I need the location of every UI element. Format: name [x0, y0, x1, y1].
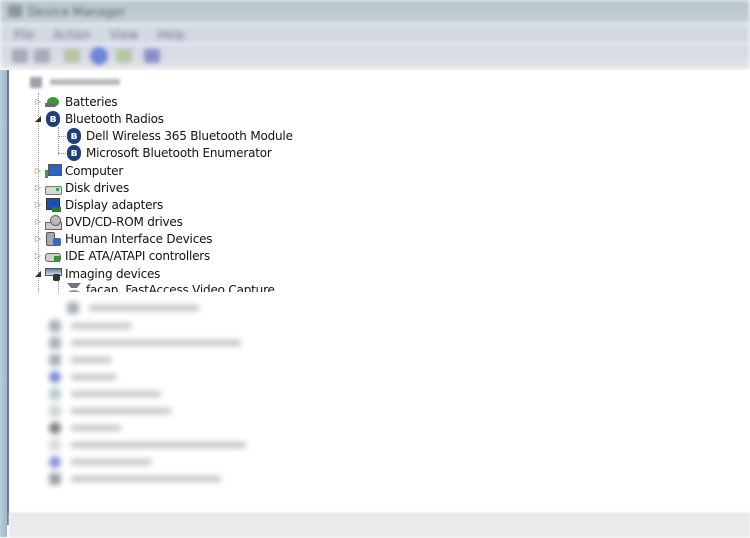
show-hide-console-tree-button[interactable] [64, 49, 80, 63]
tree-item-label: Disk drives [65, 180, 130, 195]
scan-hardware-button[interactable] [144, 49, 160, 63]
tree-item-bluetooth-radios[interactable]: ◢ ʙ Bluetooth Radios [33, 110, 164, 127]
menu-file[interactable]: File [14, 28, 34, 42]
expand-arrow-icon[interactable]: ▷ [33, 234, 43, 243]
expand-arrow-icon[interactable]: ▷ [33, 97, 43, 106]
menu-help[interactable]: Help [157, 28, 184, 42]
tree-item-dell-wireless-365-bluetooth-module[interactable]: ʙ Dell Wireless 365 Bluetooth Module [66, 127, 293, 144]
tree-item-label: Human Interface Devices [65, 231, 213, 246]
tree-item-human-interface-devices[interactable]: ▷ Human Interface Devices [33, 230, 213, 247]
expand-arrow-icon[interactable]: ▷ [33, 251, 43, 260]
blurred-tree-region [9, 292, 750, 513]
tree-item-label: Computer [65, 163, 124, 178]
webcam-icon [66, 282, 82, 292]
tree-item-label: facap, FastAccess Video Capture [86, 283, 275, 292]
dvd-drive-icon [45, 214, 62, 230]
expand-arrow-icon[interactable]: ▷ [33, 217, 43, 226]
menu-view[interactable]: View [110, 28, 138, 42]
expand-arrow-icon[interactable]: ▷ [33, 200, 43, 209]
tree-item-microsoft-bluetooth-enumerator[interactable]: ʙ Microsoft Bluetooth Enumerator [66, 144, 272, 161]
menu-bar: File Action View Help [0, 24, 750, 44]
expand-arrow-icon[interactable]: ▷ [33, 183, 43, 192]
computer-icon [45, 163, 62, 179]
tree-item-display-adapters[interactable]: ▷ Display adapters [33, 196, 163, 213]
toolbar [0, 44, 750, 70]
tree-item-label: Microsoft Bluetooth Enumerator [86, 145, 272, 160]
tree-root-label [50, 79, 120, 85]
title-bar: Device Manager [0, 0, 750, 24]
tree-item-label: Batteries [65, 94, 118, 109]
tree-item-computer[interactable]: ▷ Computer [33, 162, 123, 179]
battery-icon [45, 94, 61, 110]
tree-item-label: DVD/CD-ROM drives [65, 214, 183, 229]
collapse-arrow-icon[interactable]: ◢ [33, 114, 43, 123]
status-bar [9, 513, 750, 538]
device-manager-icon [8, 5, 22, 17]
tree-item-label: Display adapters [65, 197, 164, 212]
bluetooth-icon: ʙ [45, 110, 61, 127]
tree-root-computer[interactable] [30, 76, 130, 90]
tree-item-label: Imaging devices [65, 266, 161, 281]
tree-connector [58, 136, 66, 137]
forward-button[interactable] [34, 49, 50, 63]
help-button[interactable] [90, 47, 108, 65]
display-adapter-icon [45, 197, 61, 213]
computer-root-icon [30, 77, 42, 88]
disk-drive-icon [45, 180, 62, 196]
tree-connector [58, 127, 59, 155]
collapse-arrow-icon[interactable]: ◢ [33, 269, 43, 278]
bluetooth-icon: ʙ [66, 144, 82, 161]
bluetooth-icon: ʙ [66, 127, 82, 144]
tree-item-imaging-devices[interactable]: ◢ Imaging devices [33, 265, 160, 282]
tree-item-disk-drives[interactable]: ▷ Disk drives [33, 179, 129, 196]
tree-item-batteries[interactable]: ▷ Batteries [33, 93, 118, 110]
expand-arrow-icon[interactable]: ▷ [33, 166, 43, 175]
window-frame-left [0, 70, 7, 537]
ide-controller-icon [45, 248, 61, 264]
tree-item-label: Bluetooth Radios [65, 111, 164, 126]
tree-connector [58, 153, 66, 154]
back-button[interactable] [12, 49, 28, 63]
hid-icon [45, 231, 61, 247]
menu-action[interactable]: Action [53, 28, 91, 42]
tree-item-label: IDE ATA/ATAPI controllers [65, 248, 211, 263]
imaging-device-icon [45, 266, 62, 282]
tree-item-facap-fastaccess-video-capture[interactable]: facap, FastAccess Video Capture [66, 282, 275, 292]
tree-item-label: Dell Wireless 365 Bluetooth Module [86, 128, 293, 143]
tree-item-dvd-cd-rom-drives[interactable]: ▷ DVD/CD-ROM drives [33, 213, 183, 230]
window-title: Device Manager [28, 5, 126, 19]
tree-item-ide-ata-atapi-controllers[interactable]: ▷ IDE ATA/ATAPI controllers [33, 247, 210, 264]
properties-button[interactable] [116, 49, 132, 63]
